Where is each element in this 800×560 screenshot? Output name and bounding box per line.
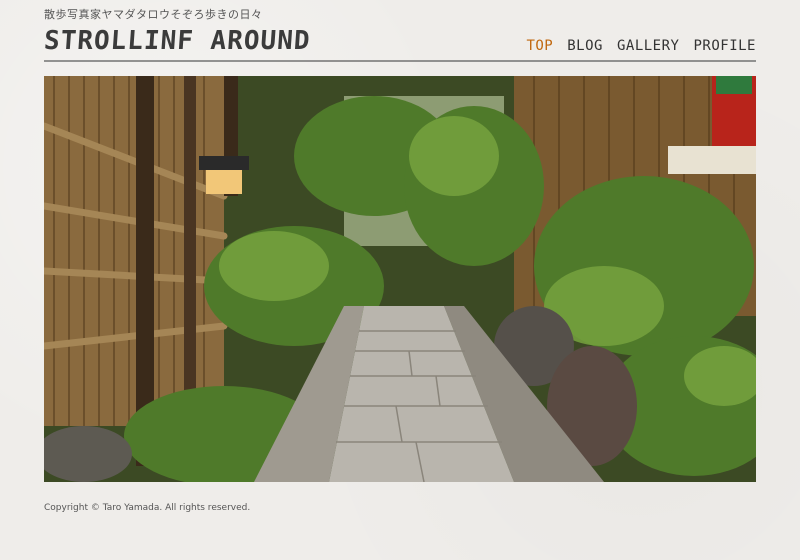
main-nav: TOP BLOG GALLERY PROFILE (526, 38, 756, 54)
nav-gallery[interactable]: GALLERY (617, 38, 680, 54)
site-tagline: 散歩写真家ヤマダタロウそぞろ歩きの日々 (44, 8, 263, 21)
hero-photo-illustration (44, 76, 756, 482)
footer-copyright: Copyright © Taro Yamada. All rights rese… (44, 503, 251, 513)
nav-profile[interactable]: PROFILE (693, 38, 756, 54)
nav-top[interactable]: TOP (526, 38, 553, 54)
hero-image (44, 76, 756, 482)
nav-blog[interactable]: BLOG (567, 38, 603, 54)
site-logo[interactable]: STROLLINF AROUND (43, 26, 312, 56)
header-divider (44, 60, 756, 62)
